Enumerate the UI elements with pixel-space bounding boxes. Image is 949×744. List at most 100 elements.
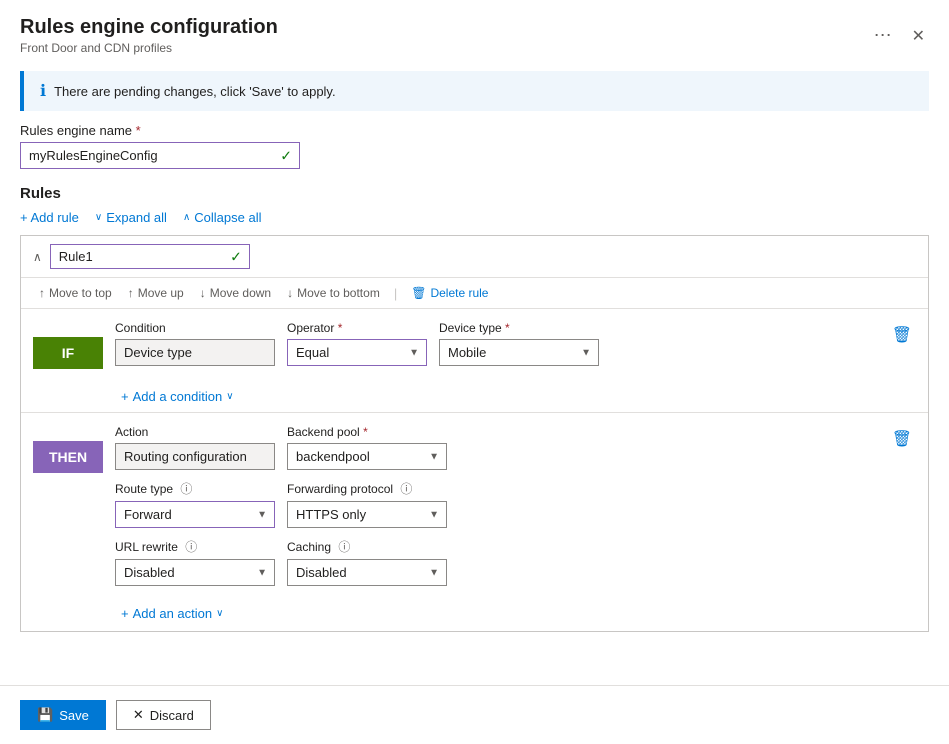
chevron-up-icon: ∧ [183, 212, 190, 223]
notification-bar: ℹ There are pending changes, click 'Save… [20, 71, 929, 111]
add-action-button[interactable]: + Add an action [121, 606, 212, 621]
delete-condition-button[interactable]: 🗑 [888, 321, 916, 349]
more-options-button[interactable]: ⋯ [870, 21, 896, 50]
url-rewrite-label: URL rewrite ⓘ [115, 538, 275, 555]
action-col-2: Backend pool * backendpool ▼ [287, 425, 447, 586]
rule-name-input[interactable] [50, 244, 250, 269]
move-up-icon: ↑ [128, 286, 134, 300]
rule-collapse-button[interactable]: ∧ [33, 250, 42, 264]
backend-pool-select-wrapper: backendpool ▼ [287, 443, 447, 470]
action-col-1: Action Routing configuration Route type … [115, 425, 275, 586]
backend-pool-field-group: Backend pool * backendpool ▼ [287, 425, 447, 470]
caching-select-wrapper: Disabled Enabled ▼ [287, 559, 447, 586]
engine-name-section: Rules engine name * ✓ [20, 123, 929, 169]
route-type-info-icon: ⓘ [180, 482, 192, 496]
then-section: THEN Action Routing configuration [21, 413, 928, 631]
route-type-select[interactable]: Forward Redirect [115, 501, 275, 528]
rule-name-check-icon: ✓ [230, 248, 242, 265]
collapse-all-button[interactable]: ∧ Collapse all [183, 210, 262, 225]
url-rewrite-info-icon: ⓘ [185, 540, 197, 554]
engine-name-input[interactable] [20, 142, 300, 169]
if-badge: IF [33, 337, 103, 369]
caching-label: Caching ⓘ [287, 538, 447, 555]
save-icon: 💾 [37, 707, 53, 723]
delete-rule-button[interactable]: 🗑 Delete rule [405, 284, 494, 302]
url-rewrite-select[interactable]: Disabled Enabled [115, 559, 275, 586]
device-type-select-wrapper: Mobile Desktop NotSpecified ▼ [439, 339, 599, 366]
rule-card: ∧ ✓ ↑ Move to top ↑ Move up [20, 235, 929, 632]
rules-section: Rules + Add rule ∨ Expand all ∧ Collapse… [20, 185, 929, 632]
operator-field-group: Operator * Equal Not Equal ▼ [287, 321, 427, 366]
rules-engine-dialog: Rules engine configuration Front Door an… [0, 0, 949, 744]
condition-field-group: Condition Device type [115, 321, 275, 366]
condition-fields: Condition Device type Operator * Equal [115, 321, 876, 366]
route-type-field-group: Route type ⓘ Forward Redirect ▼ [115, 480, 275, 528]
action-label: Action [115, 425, 275, 439]
engine-name-label: Rules engine name * [20, 123, 929, 138]
if-section: IF Condition Device type Operator * [21, 309, 928, 413]
add-action-plus-icon: + [121, 606, 129, 621]
forwarding-protocol-field-group: Forwarding protocol ⓘ HTTPS only HTTP on… [287, 480, 447, 528]
close-button[interactable]: ✕ [908, 22, 929, 50]
device-type-label: Device type * [439, 321, 599, 335]
condition-label: Condition [115, 321, 275, 335]
device-type-select[interactable]: Mobile Desktop NotSpecified [439, 339, 599, 366]
delete-action-button[interactable]: 🗑 [888, 425, 916, 453]
notification-text: There are pending changes, click 'Save' … [54, 84, 336, 99]
move-down-button[interactable]: ↓ Move down [194, 284, 277, 302]
backend-pool-label: Backend pool * [287, 425, 447, 439]
footer: 💾 Save ✕ Discard [0, 685, 949, 744]
add-action-chevron-icon: ∨ [216, 608, 223, 619]
caching-info-icon: ⓘ [338, 540, 350, 554]
operator-select-wrapper: Equal Not Equal ▼ [287, 339, 427, 366]
forwarding-protocol-select-wrapper: HTTPS only HTTP only Match Request ▼ [287, 501, 447, 528]
engine-name-check-icon: ✓ [280, 147, 292, 164]
engine-name-input-wrapper: ✓ [20, 142, 300, 169]
rules-toolbar: + Add rule ∨ Expand all ∧ Collapse all [20, 210, 929, 225]
dialog-title: Rules engine configuration [20, 16, 278, 39]
dialog-subtitle: Front Door and CDN profiles [20, 41, 278, 55]
move-up-button[interactable]: ↑ Move up [122, 284, 190, 302]
move-down-icon: ↓ [200, 286, 206, 300]
backend-pool-select[interactable]: backendpool [287, 443, 447, 470]
move-to-top-button[interactable]: ↑ Move to top [33, 284, 118, 302]
add-rule-button[interactable]: + Add rule [20, 210, 79, 225]
dialog-header: Rules engine configuration Front Door an… [0, 0, 949, 59]
add-action-row: + Add an action ∨ [21, 598, 928, 631]
action-value: Routing configuration [115, 443, 275, 470]
plus-icon: + [121, 389, 129, 404]
move-bottom-icon: ↓ [287, 286, 293, 300]
action-field-group: Action Routing configuration [115, 425, 275, 470]
rule-name-wrapper: ✓ [50, 244, 250, 269]
expand-all-button[interactable]: ∨ Expand all [95, 210, 167, 225]
trash-icon: 🗑 [411, 286, 426, 300]
caching-select[interactable]: Disabled Enabled [287, 559, 447, 586]
header-icons: ⋯ ✕ [870, 21, 929, 50]
add-condition-row: + Add a condition ∨ [21, 381, 928, 412]
discard-button[interactable]: ✕ Discard [116, 700, 211, 730]
add-condition-chevron-icon: ∨ [226, 391, 233, 402]
then-row: THEN Action Routing configuration [21, 413, 928, 598]
save-button[interactable]: 💾 Save [20, 700, 106, 730]
action-fields: Action Routing configuration Route type … [115, 425, 876, 586]
rule-actions-bar: ↑ Move to top ↑ Move up ↓ Move down ↓ Mo… [21, 278, 928, 309]
content-area: Rules engine name * ✓ Rules + Add rule ∨… [0, 123, 949, 685]
device-type-field-group: Device type * Mobile Desktop NotSpecifie… [439, 321, 599, 366]
add-condition-button[interactable]: + Add a condition [121, 389, 222, 404]
route-type-label: Route type ⓘ [115, 480, 275, 497]
chevron-down-icon: ∨ [95, 212, 102, 223]
url-rewrite-select-wrapper: Disabled Enabled ▼ [115, 559, 275, 586]
discard-icon: ✕ [133, 707, 144, 723]
forwarding-protocol-info-icon: ⓘ [400, 482, 412, 496]
rules-section-title: Rules [20, 185, 929, 202]
forwarding-protocol-select[interactable]: HTTPS only HTTP only Match Request [287, 501, 447, 528]
info-icon: ℹ [40, 81, 46, 101]
operator-select[interactable]: Equal Not Equal [287, 339, 427, 366]
move-to-bottom-button[interactable]: ↓ Move to bottom [281, 284, 386, 302]
caching-field-group: Caching ⓘ Disabled Enabled ▼ [287, 538, 447, 586]
title-group: Rules engine configuration Front Door an… [20, 16, 278, 55]
route-type-select-wrapper: Forward Redirect ▼ [115, 501, 275, 528]
url-rewrite-field-group: URL rewrite ⓘ Disabled Enabled ▼ [115, 538, 275, 586]
if-row: IF Condition Device type Operator * [21, 309, 928, 381]
forwarding-protocol-label: Forwarding protocol ⓘ [287, 480, 447, 497]
